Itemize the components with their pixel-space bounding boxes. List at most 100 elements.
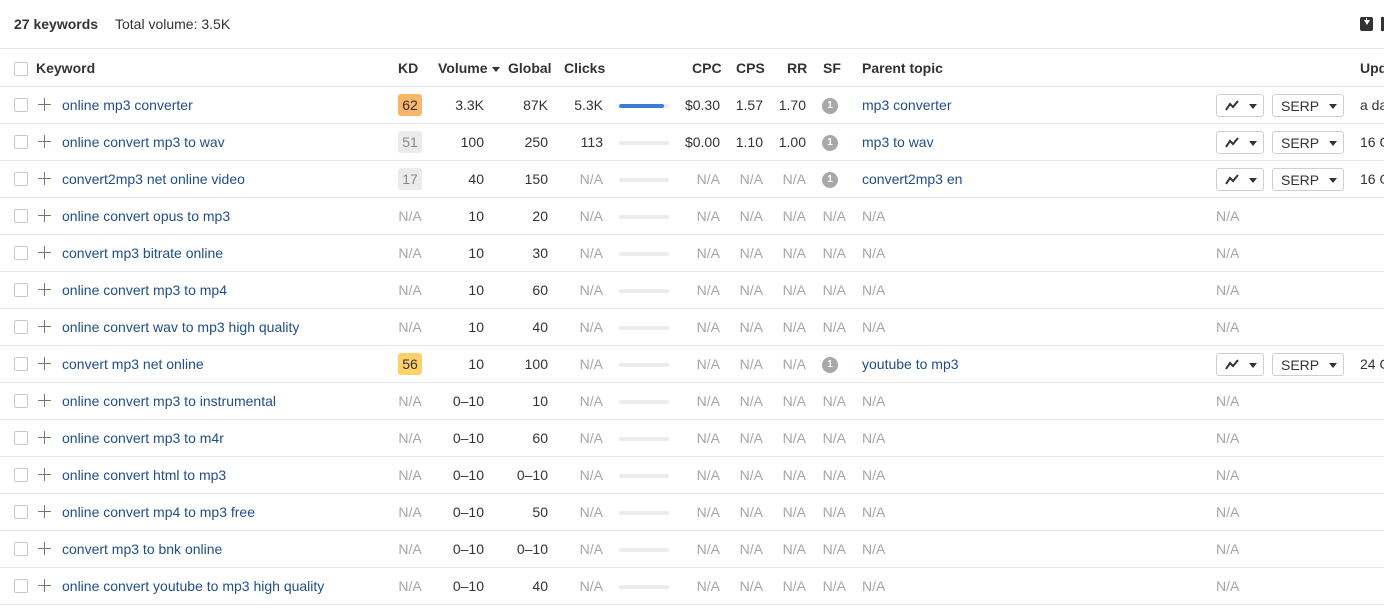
row-checkbox[interactable] (14, 320, 28, 334)
col-cps[interactable]: CPS (736, 60, 765, 76)
keyword-link[interactable]: online convert html to mp3 (62, 467, 226, 483)
row-checkbox[interactable] (14, 468, 28, 482)
sf-cell: N/A (822, 430, 846, 446)
col-global[interactable]: Global (508, 60, 552, 76)
row-checkbox[interactable] (14, 172, 28, 186)
trend-dropdown-button[interactable] (1216, 168, 1264, 191)
add-to-list-icon[interactable] (38, 357, 51, 370)
cpc-cell: N/A (696, 504, 720, 520)
volume-cell: 0–10 (452, 393, 484, 409)
row-checkbox[interactable] (14, 579, 28, 593)
parent-topic-link[interactable]: youtube to mp3 (862, 356, 959, 372)
parent-topic-link[interactable]: convert2mp3 en (862, 171, 962, 187)
rr-cell: N/A (782, 504, 806, 520)
keyword-link[interactable]: convert2mp3 net online video (62, 171, 245, 187)
row-checkbox[interactable] (14, 357, 28, 371)
row-checkbox[interactable] (14, 394, 28, 408)
cpc-cell: N/A (696, 245, 720, 261)
serp-features-badge[interactable]: 1 (822, 357, 838, 373)
add-to-list-icon[interactable] (38, 542, 51, 555)
keyword-link[interactable]: online convert mp3 to m4r (62, 430, 224, 446)
row-checkbox[interactable] (14, 431, 28, 445)
volume-cell: 0–10 (452, 467, 484, 483)
col-rr[interactable]: RR (787, 60, 807, 76)
add-to-list-icon[interactable] (38, 579, 51, 592)
keyword-link[interactable]: convert mp3 net online (62, 356, 204, 372)
cps-cell: 1.57 (735, 97, 763, 113)
col-updated[interactable]: Upd (1360, 60, 1384, 76)
col-keyword[interactable]: Keyword (36, 60, 95, 76)
serp-features-badge[interactable]: 1 (822, 135, 838, 151)
add-to-list-icon[interactable] (38, 394, 51, 407)
serp-dropdown-button[interactable]: SERP (1272, 131, 1344, 154)
keyword-link[interactable]: online convert wav to mp3 high quality (62, 319, 299, 335)
serp-dropdown-button[interactable]: SERP (1272, 168, 1344, 191)
add-to-list-icon[interactable] (38, 320, 51, 333)
add-to-list-icon[interactable] (38, 246, 51, 259)
add-to-list-icon[interactable] (38, 172, 51, 185)
cpc-cell: $0.00 (684, 134, 720, 150)
serp-features-badge[interactable]: 1 (822, 172, 838, 188)
keyword-link[interactable]: online convert mp3 to wav (62, 134, 225, 150)
add-to-list-icon[interactable] (38, 468, 51, 481)
sf-cell: N/A (822, 208, 846, 224)
add-to-list-icon[interactable] (38, 431, 51, 444)
keyword-link[interactable]: convert mp3 to bnk online (62, 541, 222, 557)
cps-cell: N/A (739, 541, 763, 557)
parent-topic-link[interactable]: mp3 to wav (862, 134, 934, 150)
trend-chart-icon (1225, 137, 1239, 148)
col-sf[interactable]: SF (823, 60, 841, 76)
keyword-link[interactable]: online convert mp3 to mp4 (62, 282, 227, 298)
row-checkbox[interactable] (14, 283, 28, 297)
trend-chart-icon (1225, 100, 1239, 111)
chevron-down-icon (1249, 178, 1257, 183)
select-all-checkbox[interactable] (14, 62, 28, 76)
volume-cell: 0–10 (452, 541, 484, 557)
cps-cell: N/A (739, 171, 763, 187)
row-checkbox[interactable] (14, 246, 28, 260)
keyword-link[interactable]: convert mp3 bitrate online (62, 245, 223, 261)
export-icon[interactable] (1360, 17, 1373, 31)
add-to-list-icon[interactable] (38, 135, 51, 148)
trend-dropdown-button[interactable] (1216, 94, 1264, 117)
table-row: online convert html to mp3 N/A 0–10 0–10 N/A… (0, 457, 1384, 494)
keyword-link[interactable]: online convert mp4 to mp3 free (62, 504, 255, 520)
keyword-link[interactable]: online convert opus to mp3 (62, 208, 230, 224)
col-clicks[interactable]: Clicks (564, 60, 605, 76)
row-checkbox[interactable] (14, 209, 28, 223)
serp-dropdown-button[interactable]: SERP (1272, 94, 1344, 117)
actions-na: N/A (1216, 541, 1240, 557)
trend-dropdown-button[interactable] (1216, 353, 1264, 376)
actions-na: N/A (1216, 208, 1240, 224)
add-to-list-icon[interactable] (38, 505, 51, 518)
kd-badge: 62 (398, 94, 422, 116)
serp-dropdown-button[interactable]: SERP (1272, 353, 1344, 376)
trend-dropdown-button[interactable] (1216, 131, 1264, 154)
row-checkbox[interactable] (14, 505, 28, 519)
clicks-cell: N/A (579, 578, 603, 594)
kd-badge: 51 (398, 131, 422, 153)
row-checkbox[interactable] (14, 542, 28, 556)
cps-cell: N/A (739, 282, 763, 298)
serp-features-badge[interactable]: 1 (822, 98, 838, 114)
add-to-list-icon[interactable] (38, 283, 51, 296)
cpc-cell: N/A (696, 208, 720, 224)
keyword-link[interactable]: online mp3 converter (62, 97, 193, 113)
add-to-list-icon[interactable] (38, 209, 51, 222)
row-checkbox[interactable] (14, 135, 28, 149)
parent-topic-link[interactable]: mp3 converter (862, 97, 951, 113)
cps-cell: N/A (739, 578, 763, 594)
cpc-cell: N/A (696, 541, 720, 557)
row-checkbox[interactable] (14, 98, 28, 112)
col-volume[interactable]: Volume (438, 60, 500, 76)
rr-cell: N/A (782, 541, 806, 557)
keyword-link[interactable]: online convert mp3 to instrumental (62, 393, 276, 409)
global-cell: 0–10 (516, 467, 548, 483)
sf-cell: N/A (822, 245, 846, 261)
col-kd[interactable]: KD (398, 60, 418, 76)
col-cpc[interactable]: CPC (692, 60, 722, 76)
keyword-link[interactable]: online convert youtube to mp3 high quali… (62, 578, 324, 594)
add-to-list-icon[interactable] (38, 98, 51, 111)
actions-na: N/A (1216, 467, 1240, 483)
col-parent-topic[interactable]: Parent topic (862, 60, 943, 76)
